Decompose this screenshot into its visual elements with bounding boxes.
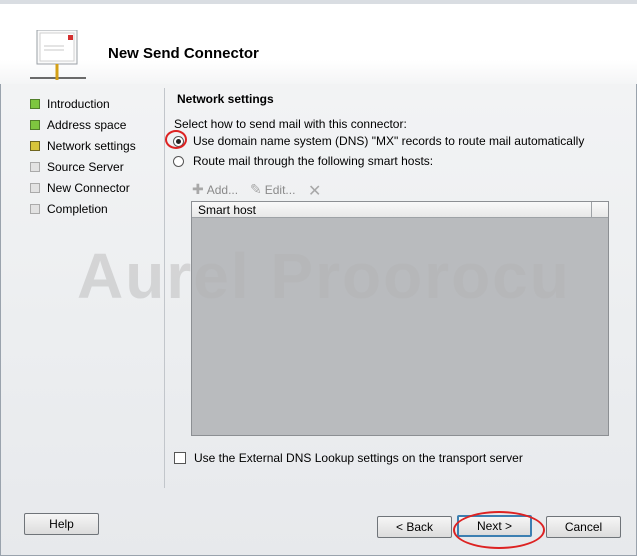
help-button[interactable]: Help [24, 513, 99, 535]
step-address-space: Address space [30, 116, 160, 134]
route-prompt: Select how to send mail with this connec… [174, 117, 407, 131]
external-dns-label: Use the External DNS Lookup settings on … [194, 451, 523, 465]
step-label: Network settings [47, 139, 136, 153]
step-label: Introduction [47, 97, 110, 111]
add-button[interactable]: ✚ Add... [192, 181, 238, 198]
step-done-icon [30, 99, 40, 109]
watermark: Aurel Proorocu [77, 240, 571, 312]
cancel-button[interactable]: Cancel [546, 516, 621, 538]
back-button[interactable]: < Back [377, 516, 452, 538]
wizard-title: New Send Connector [108, 45, 259, 62]
step-pending-icon [30, 204, 40, 214]
step-label: Address space [47, 118, 127, 132]
step-label: New Connector [47, 181, 130, 195]
step-label: Source Server [47, 160, 124, 174]
step-label: Completion [47, 202, 108, 216]
annotation-circle [165, 130, 187, 149]
add-label: Add... [206, 182, 239, 197]
pencil-icon: ✎ [250, 181, 262, 197]
option-smarthost-row[interactable]: Route mail through the following smart h… [173, 154, 433, 168]
step-introduction: Introduction [30, 95, 160, 113]
step-current-icon [30, 141, 40, 151]
send-connector-icon [30, 29, 86, 88]
option-dns-row[interactable]: Use domain name system (DNS) "MX" record… [173, 134, 584, 148]
column-header-label: Smart host [198, 203, 257, 217]
step-source-server: Source Server [30, 158, 160, 176]
x-icon: ✕ [308, 183, 322, 200]
wizard-header: New Send Connector [0, 4, 637, 84]
edit-button[interactable]: ✎ Edit... [250, 181, 295, 198]
remove-button[interactable]: ✕ [308, 181, 324, 201]
step-network-settings: Network settings [30, 137, 160, 155]
smarthost-radio[interactable] [173, 155, 184, 167]
column-header-filler [592, 202, 608, 218]
step-done-icon [30, 120, 40, 130]
plus-icon: ✚ [192, 181, 204, 197]
section-title: Network settings [177, 92, 274, 106]
step-pending-icon [30, 162, 40, 172]
external-dns-checkbox[interactable] [174, 452, 186, 464]
external-dns-row[interactable]: Use the External DNS Lookup settings on … [174, 451, 523, 465]
column-header-smart-host[interactable]: Smart host [192, 202, 592, 218]
dns-option-label: Use domain name system (DNS) "MX" record… [193, 134, 585, 148]
annotation-circle [453, 511, 545, 549]
step-new-connector: New Connector [30, 179, 160, 197]
step-pending-icon [30, 183, 40, 193]
edit-label: Edit... [264, 182, 296, 197]
smart-host-list[interactable]: Smart host [191, 201, 609, 436]
smarthost-option-label: Route mail through the following smart h… [193, 154, 434, 168]
step-completion: Completion [30, 200, 160, 218]
